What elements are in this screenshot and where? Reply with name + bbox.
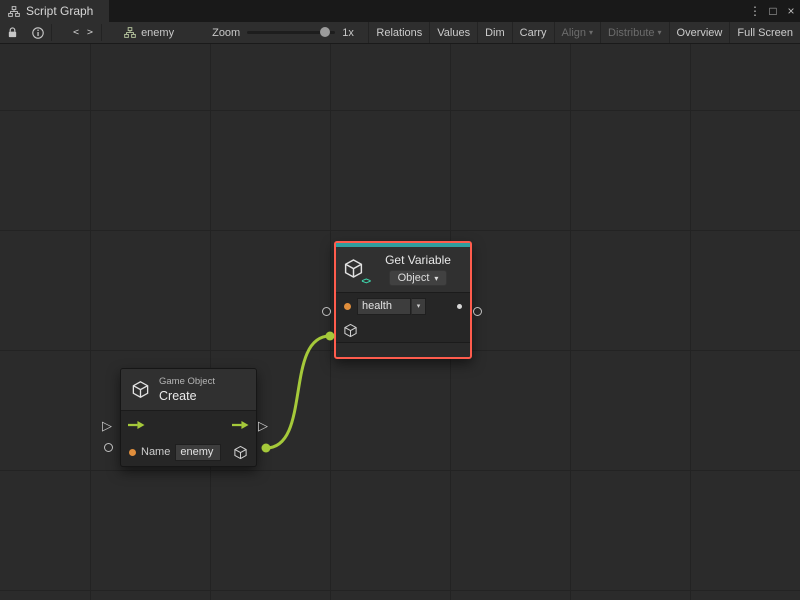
variable-scope-dropdown[interactable]: Object ▾ (389, 270, 448, 286)
tab-script-graph[interactable]: Script Graph (0, 0, 109, 22)
flow-output-arrow-icon[interactable] (232, 420, 249, 430)
chevron-down-icon: ▾ (658, 28, 662, 37)
graph-asset-icon (124, 27, 136, 38)
chevron-down-icon: ▾ (589, 28, 593, 37)
unity-script-graph-window: Script Graph ⋮ □ × < > enemy (0, 0, 800, 600)
button-label: Align (562, 27, 586, 39)
wire-path[interactable] (266, 336, 330, 448)
variable-cube-icon: <> (342, 257, 368, 283)
getvar-left-port[interactable] (322, 307, 331, 316)
gameobject-port-icon[interactable] (343, 323, 358, 338)
chevron-down-icon: ▾ (434, 274, 438, 283)
toolbar-button-group: Relations Values Dim Carry Align ▾ Distr… (368, 22, 800, 43)
carry-button[interactable]: Carry (512, 22, 554, 43)
zoom-slider-handle[interactable] (320, 27, 330, 37)
chevron-down-icon: ▾ (417, 302, 421, 310)
relations-button[interactable]: Relations (368, 22, 429, 43)
graph-canvas[interactable]: <> Get Variable Object ▾ ▾ (0, 44, 800, 600)
button-label: Relations (376, 27, 422, 39)
node-footer (336, 342, 470, 357)
node-gameobject-create[interactable]: Game Object Create Name (120, 368, 257, 467)
button-label: Distribute (608, 27, 654, 39)
flow-input-arrow-icon[interactable] (128, 420, 145, 430)
graph-breadcrumb[interactable]: enemy (116, 22, 182, 43)
variable-name-field[interactable] (357, 298, 411, 315)
values-button[interactable]: Values (429, 22, 477, 43)
scope-label: Object (398, 272, 430, 284)
button-label: Values (437, 27, 470, 39)
info-icon (32, 27, 44, 39)
maximize-icon[interactable]: □ (764, 0, 782, 22)
lock-button[interactable] (0, 22, 25, 43)
zoom-label: Zoom (212, 27, 240, 39)
param-label: Name (141, 446, 170, 458)
button-label: Dim (485, 27, 505, 39)
input-port-dot[interactable] (344, 303, 351, 310)
variable-name-dropdown[interactable]: ▾ (411, 298, 426, 315)
code-icon: < > (73, 27, 94, 38)
gameobject-output-icon[interactable] (233, 445, 248, 460)
create-name-in-port[interactable] (104, 443, 113, 452)
code-view-button[interactable]: < > (66, 22, 101, 43)
button-label: Carry (520, 27, 547, 39)
window-menu-icon[interactable]: ⋮ (746, 0, 764, 22)
zoom-control: Zoom 1x (204, 22, 362, 43)
lock-icon (7, 27, 18, 39)
node-title: Get Variable (385, 253, 451, 267)
titlebar: Script Graph ⋮ □ × (0, 0, 800, 22)
overview-button[interactable]: Overview (669, 22, 730, 43)
object-input-row (336, 319, 470, 342)
dim-button[interactable]: Dim (477, 22, 512, 43)
graph-name: enemy (141, 27, 174, 39)
toolbar-separator (51, 24, 52, 41)
input-port-dot[interactable] (129, 449, 136, 456)
zoom-slider[interactable] (247, 31, 335, 34)
name-param-row: Name (121, 438, 256, 466)
create-flow-in-port[interactable]: ▷ (102, 419, 112, 432)
angle-brackets-icon: <> (361, 276, 370, 286)
create-flow-out-port[interactable]: ▷ (258, 419, 268, 432)
node-header[interactable]: Game Object Create (121, 369, 256, 411)
button-label: Full Screen (737, 27, 793, 39)
node-title: Create (159, 389, 215, 403)
titlebar-spacer (109, 0, 746, 22)
close-icon[interactable]: × (782, 0, 800, 22)
gameobject-cube-icon (131, 380, 150, 399)
name-param-field[interactable] (175, 444, 221, 461)
node-header[interactable]: <> Get Variable Object ▾ (336, 247, 470, 293)
graph-toolbar: < > enemy Zoom 1x Relations Values Dim C… (0, 22, 800, 44)
info-button[interactable] (25, 22, 51, 43)
script-graph-icon (8, 6, 20, 17)
zoom-value: 1x (342, 27, 354, 39)
flow-ports-row (121, 411, 256, 438)
distribute-button[interactable]: Distribute ▾ (600, 22, 668, 43)
node-get-variable[interactable]: <> Get Variable Object ▾ ▾ (334, 241, 472, 359)
tab-label: Script Graph (26, 4, 93, 18)
value-output-dot[interactable] (457, 304, 462, 309)
fullscreen-button[interactable]: Full Screen (729, 22, 800, 43)
toolbar-separator (101, 24, 102, 41)
variable-name-row: ▾ (336, 293, 470, 319)
node-category: Game Object (159, 376, 215, 387)
getvar-right-port[interactable] (473, 307, 482, 316)
button-label: Overview (677, 27, 723, 39)
align-button[interactable]: Align ▾ (554, 22, 600, 43)
